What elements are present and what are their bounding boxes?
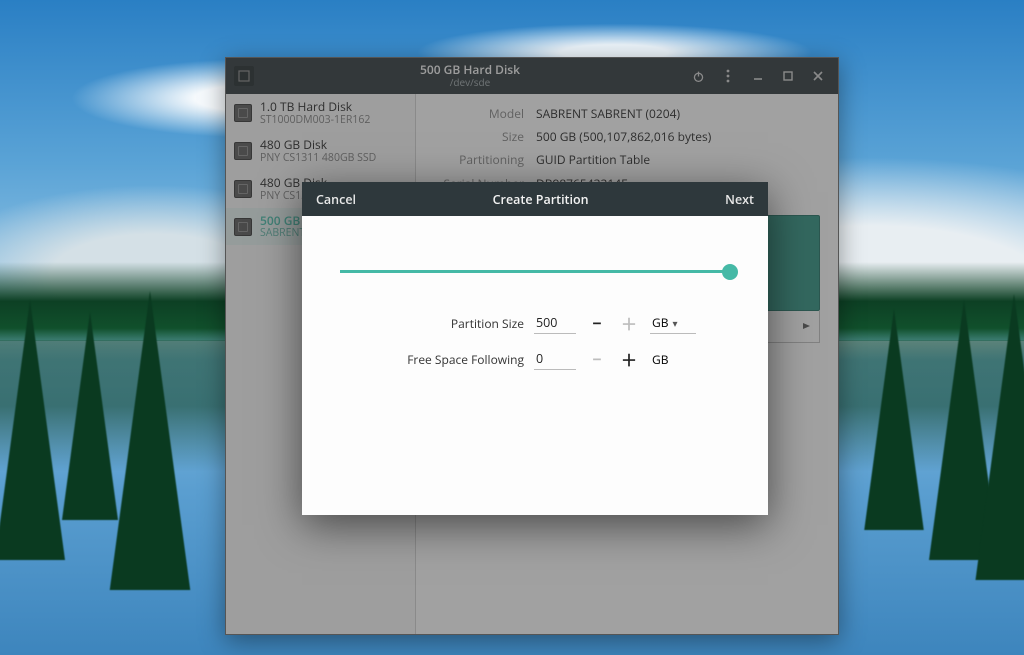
hard-disk-icon bbox=[234, 218, 252, 236]
hard-disk-icon bbox=[234, 142, 252, 160]
free-unit-label: GB bbox=[650, 349, 696, 370]
minimize-button[interactable] bbox=[746, 64, 770, 88]
partition-size-input[interactable] bbox=[534, 312, 576, 334]
disk-name: 480 GB Disk bbox=[260, 138, 376, 152]
maximize-button[interactable] bbox=[776, 64, 800, 88]
window-title-area: 500 GB Hard Disk /dev/sde bbox=[260, 63, 680, 88]
size-unit-select[interactable]: GB ▾ bbox=[650, 312, 696, 334]
cancel-button[interactable]: Cancel bbox=[316, 191, 356, 208]
kebab-menu-icon[interactable] bbox=[716, 64, 740, 88]
disk-model: ST1000DM003-1ER162 bbox=[260, 114, 370, 126]
chevron-down-icon: ▾ bbox=[672, 316, 677, 330]
app-menu-icon[interactable] bbox=[234, 66, 254, 86]
partition-size-label: Partition Size bbox=[374, 315, 524, 332]
sidebar-disk-item[interactable]: 1.0 TB Hard Disk ST1000DM003-1ER162 bbox=[226, 94, 415, 132]
size-increment-button[interactable]: ＋ bbox=[618, 312, 640, 334]
next-button[interactable]: Next bbox=[725, 191, 754, 208]
detail-label: Partitioning bbox=[434, 150, 524, 169]
size-unit-value: GB bbox=[652, 314, 668, 331]
dialog-header: Cancel Create Partition Next bbox=[302, 182, 768, 216]
free-increment-button[interactable]: ＋ bbox=[618, 348, 640, 370]
detail-label: Size bbox=[434, 127, 524, 146]
desktop-wallpaper: 500 GB Hard Disk /dev/sde bbox=[0, 0, 1024, 655]
create-partition-dialog: Cancel Create Partition Next Partition S… bbox=[302, 182, 768, 515]
slider-thumb[interactable] bbox=[722, 264, 738, 280]
dialog-title: Create Partition bbox=[356, 191, 725, 208]
window-subtitle: /dev/sde bbox=[260, 77, 680, 89]
power-icon[interactable] bbox=[686, 64, 710, 88]
detail-value: SABRENT SABRENT (0204) bbox=[536, 104, 680, 123]
detail-value: 500 GB (500,107,862,016 bytes) bbox=[536, 127, 711, 146]
disk-name: 1.0 TB Hard Disk bbox=[260, 100, 370, 114]
free-space-input[interactable] bbox=[534, 348, 576, 370]
size-decrement-button[interactable]: − bbox=[586, 312, 608, 334]
detail-value: GUID Partition Table bbox=[536, 150, 650, 169]
hard-disk-icon bbox=[234, 180, 252, 198]
free-space-row: Free Space Following − ＋ GB bbox=[332, 348, 738, 370]
disk-model: PNY CS1311 480GB SSD bbox=[260, 152, 376, 164]
partition-size-slider[interactable] bbox=[340, 256, 730, 288]
hard-disk-icon bbox=[234, 104, 252, 122]
free-space-label: Free Space Following bbox=[374, 351, 524, 368]
titlebar[interactable]: 500 GB Hard Disk /dev/sde bbox=[226, 58, 838, 94]
sidebar-disk-item[interactable]: 480 GB Disk PNY CS1311 480GB SSD bbox=[226, 132, 415, 170]
mount-icon[interactable] bbox=[799, 319, 813, 333]
slider-track bbox=[340, 270, 730, 273]
close-button[interactable] bbox=[806, 64, 830, 88]
partition-size-row: Partition Size − ＋ GB ▾ bbox=[332, 312, 738, 334]
detail-label: Model bbox=[434, 104, 524, 123]
free-decrement-button[interactable]: − bbox=[586, 348, 608, 370]
